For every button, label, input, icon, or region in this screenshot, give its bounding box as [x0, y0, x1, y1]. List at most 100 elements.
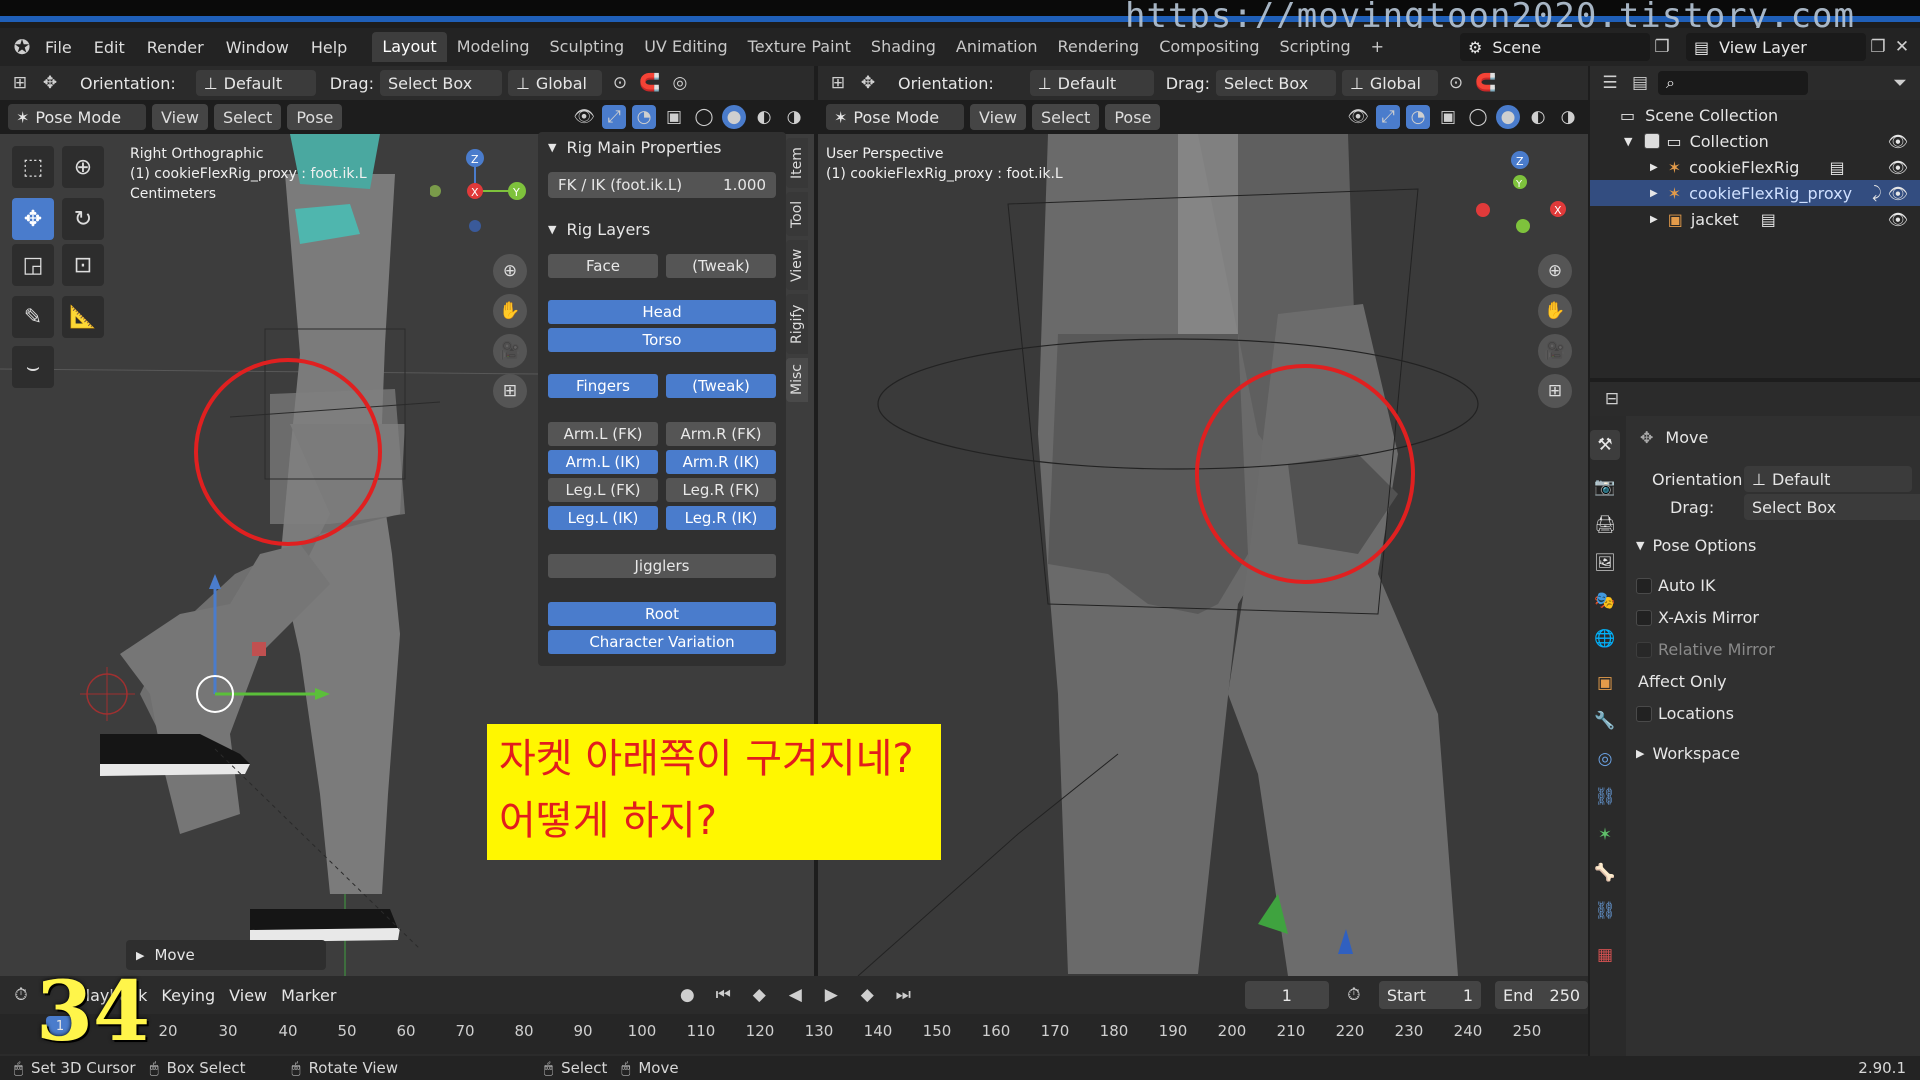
rotate-tool-button[interactable]: ↻ — [62, 198, 104, 240]
layer-jigglers-button[interactable]: Jigglers — [548, 554, 776, 578]
tab-misc[interactable]: Misc — [786, 358, 808, 402]
navigation-gizmo[interactable]: Z Y X — [1468, 146, 1568, 236]
rendered-shading-icon[interactable]: ◑ — [1556, 105, 1580, 129]
end-frame-input[interactable]: End 250 — [1495, 981, 1589, 1009]
pivot-icon[interactable]: ⊙ — [608, 71, 632, 95]
material-shading-icon[interactable]: ◐ — [1526, 105, 1550, 129]
jump-end-icon[interactable]: ⏭ — [892, 983, 914, 1007]
move-tool-button[interactable]: ✥ — [12, 198, 54, 240]
pan-hand-icon[interactable]: ✋ — [493, 294, 527, 328]
marker-menu[interactable]: Marker — [281, 986, 336, 1005]
xray-icon[interactable]: ▣ — [1436, 105, 1460, 129]
menu-window[interactable]: Window — [215, 38, 300, 57]
pose-menu[interactable]: Pose — [1105, 104, 1161, 130]
next-keyframe-icon[interactable]: ◆ — [856, 983, 878, 1007]
filter-icon[interactable]: ⏷ — [1888, 71, 1912, 95]
relax-tool-button[interactable]: ⌣ — [12, 346, 54, 388]
layer-arm-l-ik-button[interactable]: Arm.L (IK) — [548, 450, 658, 474]
visibility-icon[interactable]: 👁 — [1346, 105, 1370, 129]
current-frame-input[interactable]: 1 — [1244, 981, 1329, 1009]
eye-icon[interactable]: 👁 — [1888, 158, 1908, 177]
world-tab-icon[interactable]: 🌐 — [1590, 624, 1620, 654]
tab-uv-editing[interactable]: UV Editing — [634, 32, 737, 62]
rig-layers-header[interactable]: ▼ Rig Layers — [538, 214, 650, 244]
tab-compositing[interactable]: Compositing — [1149, 32, 1269, 62]
camera-icon[interactable]: 🎥 — [493, 334, 527, 368]
transform-tool-button[interactable]: ⊡ — [62, 244, 104, 286]
layer-head-button[interactable]: Head — [548, 300, 776, 324]
physics-tab-icon[interactable]: ◎ — [1590, 744, 1620, 774]
record-icon[interactable]: ● — [676, 983, 698, 1007]
outliner-scene-collection[interactable]: ▭ Scene Collection — [1590, 102, 1920, 128]
tab-tool[interactable]: Tool — [786, 192, 808, 236]
tab-texture-paint[interactable]: Texture Paint — [738, 32, 861, 62]
output-tab-icon[interactable]: 🖨 — [1590, 510, 1620, 540]
tab-item[interactable]: Item — [786, 138, 808, 188]
auto-ik-box[interactable] — [1636, 577, 1652, 594]
bone-tab-icon[interactable]: 🦴 — [1590, 858, 1620, 888]
stopwatch-icon[interactable]: ⏱ — [1343, 983, 1365, 1007]
tool-tab-icon[interactable]: ⚒ — [1590, 430, 1620, 460]
overlays-icon[interactable]: ◔ — [632, 105, 656, 129]
prev-keyframe-icon[interactable]: ◆ — [748, 983, 770, 1007]
layer-character-variation-button[interactable]: Character Variation — [548, 630, 776, 654]
zoom-icon[interactable]: ⊕ — [493, 254, 527, 288]
overlays-icon[interactable]: ◔ — [1406, 105, 1430, 129]
tab-shading[interactable]: Shading — [861, 32, 946, 62]
new-view-layer-icon[interactable]: ❐ — [1866, 35, 1890, 59]
drag-dropdown[interactable]: Select Box — [1215, 70, 1336, 96]
x-mirror-checkbox[interactable]: X-Axis Mirror — [1636, 608, 1759, 627]
drag-dropdown[interactable]: Select Box — [1744, 494, 1920, 520]
menu-render[interactable]: Render — [136, 38, 215, 57]
relative-mirror-box[interactable] — [1636, 641, 1652, 658]
pose-menu[interactable]: Pose — [287, 104, 343, 130]
layer-face-tweak-button[interactable]: (Tweak) — [666, 254, 776, 278]
outliner-search-input[interactable]: ⌕ — [1658, 71, 1808, 95]
view-menu[interactable]: View — [152, 104, 208, 130]
collection-checkbox[interactable] — [1644, 133, 1661, 149]
keying-menu[interactable]: Keying — [161, 986, 215, 1005]
perspective-toggle-icon[interactable]: ⊞ — [1538, 374, 1572, 408]
visibility-icon[interactable]: 👁 — [572, 105, 596, 129]
layer-face-button[interactable]: Face — [548, 254, 658, 278]
tab-rigify[interactable]: Rigify — [786, 294, 808, 354]
view-menu[interactable]: View — [229, 986, 267, 1005]
scene-selector[interactable]: ⚙ Scene — [1460, 33, 1650, 61]
xray-icon[interactable]: ▣ — [662, 105, 686, 129]
constraint-tab-icon[interactable]: ⛓ — [1590, 782, 1620, 812]
menu-edit[interactable]: Edit — [83, 38, 136, 57]
outliner-item-cookieflexrig[interactable]: ▶ ✶ cookieFlexRig ▤ 👁 — [1590, 154, 1920, 180]
frame-ruler[interactable]: 1 20 30 40 50 60 70 80 90 100 110 120 13… — [0, 1014, 1588, 1054]
play-reverse-icon[interactable]: ◀ — [784, 983, 806, 1007]
outliner-item-cookieflexrig-proxy[interactable]: ▶ ✶ cookieFlexRig_proxy ⤸ 👁 — [1590, 180, 1920, 206]
mode-dropdown[interactable]: ✶ Pose Mode — [8, 104, 146, 130]
annotate-tool-button[interactable]: ✎ — [12, 296, 54, 338]
snap-icon[interactable]: 🧲 — [638, 71, 662, 95]
layer-torso-button[interactable]: Torso — [548, 328, 776, 352]
remove-view-layer-icon[interactable]: ✕ — [1890, 35, 1914, 59]
menu-help[interactable]: Help — [300, 38, 358, 57]
pose-options-header[interactable]: ▼ Pose Options — [1636, 536, 1756, 555]
tab-rendering[interactable]: Rendering — [1048, 32, 1150, 62]
proportional-edit-icon[interactable]: ◎ — [668, 71, 692, 95]
orientation-dropdown[interactable]: ⊥ Default — [1744, 466, 1912, 492]
eye-icon[interactable]: 👁 — [1888, 184, 1908, 203]
layer-arm-r-fk-button[interactable]: Arm.R (FK) — [666, 422, 776, 446]
display-mode-icon[interactable]: ▤ — [1628, 71, 1652, 95]
start-frame-input[interactable]: Start 1 — [1378, 981, 1482, 1009]
properties-editor-icon[interactable]: ⊟ — [1600, 387, 1624, 411]
layer-fingers-button[interactable]: Fingers — [548, 374, 658, 398]
outliner-item-jacket[interactable]: ▶ ▣ jacket ▤ 👁 — [1590, 206, 1920, 232]
editor-type-icon[interactable]: ⊞ — [826, 71, 850, 95]
last-operator-panel[interactable]: ▶ Move — [126, 940, 326, 970]
locations-checkbox[interactable]: Locations — [1636, 704, 1734, 723]
add-workspace-button[interactable]: + — [1361, 32, 1394, 62]
locations-box[interactable] — [1636, 705, 1652, 722]
layer-fingers-tweak-button[interactable]: (Tweak) — [666, 374, 776, 398]
layer-leg-l-ik-button[interactable]: Leg.L (IK) — [548, 506, 658, 530]
camera-icon[interactable]: 🎥 — [1538, 334, 1572, 368]
armature-data-tab-icon[interactable]: ✶ — [1590, 820, 1620, 850]
measure-tool-button[interactable]: 📐 — [62, 296, 104, 338]
view-layer-tab-icon[interactable]: 🖼 — [1590, 548, 1620, 578]
layer-arm-l-fk-button[interactable]: Arm.L (FK) — [548, 422, 658, 446]
